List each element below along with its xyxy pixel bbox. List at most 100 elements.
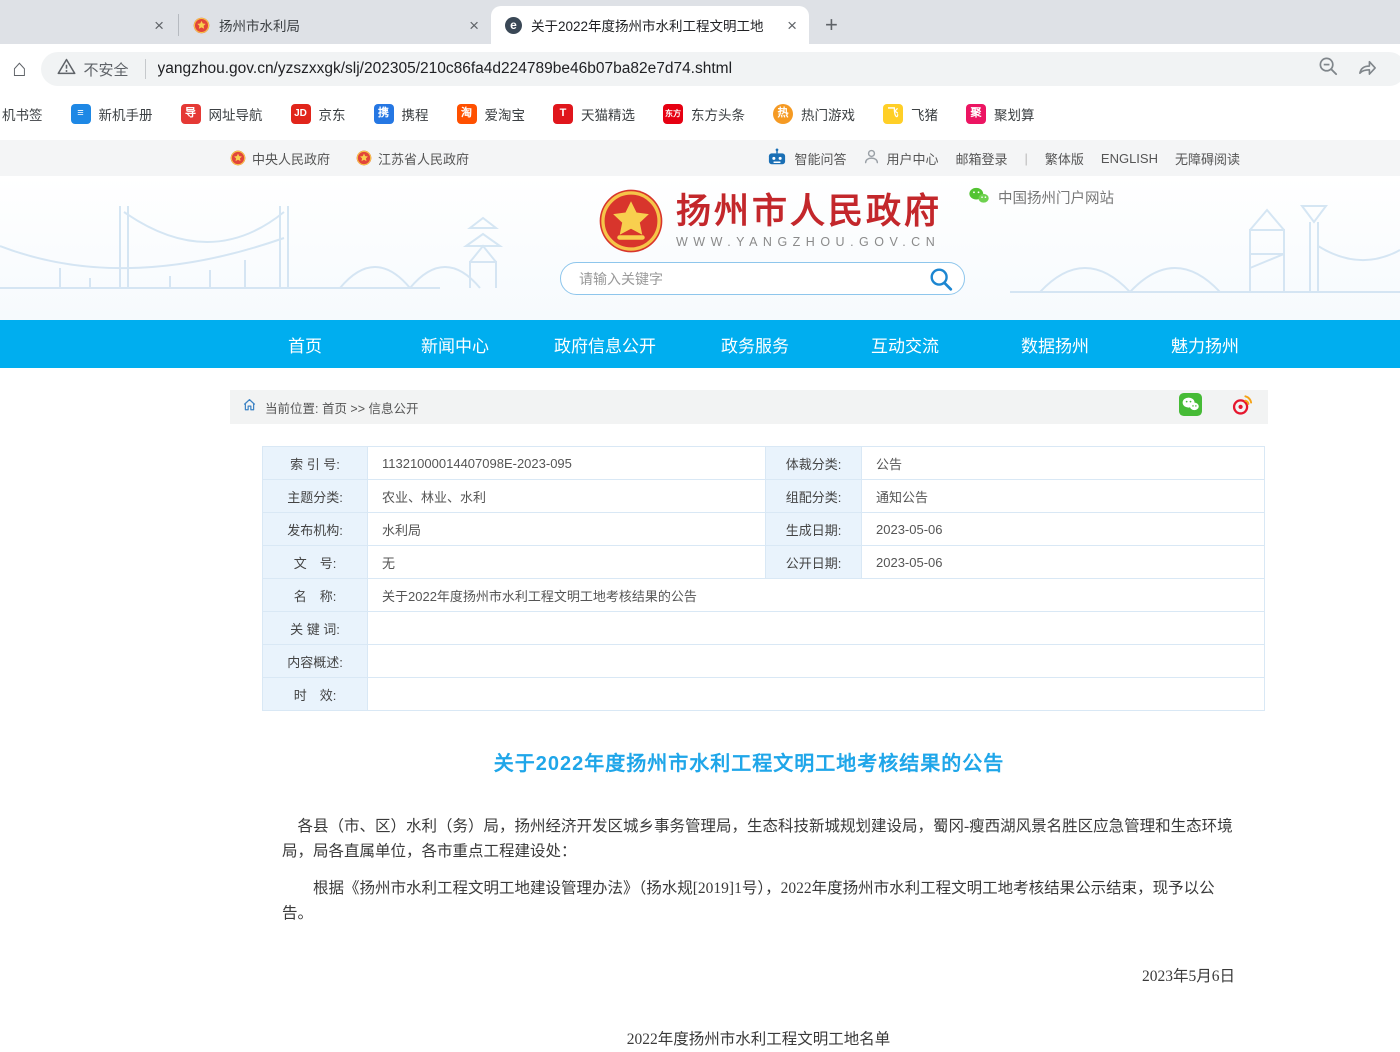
bookmark-item[interactable]: 淘爱淘宝	[443, 104, 540, 124]
meta-value: 关于2022年度扬州市水利工程文明工地考核结果的公告	[367, 579, 1264, 611]
nav-gov-info-disclosure[interactable]: 政府信息公开	[530, 320, 680, 368]
bookmark-item[interactable]: 热热门游戏	[759, 104, 869, 124]
zoom-out-icon[interactable]	[1318, 56, 1339, 82]
tab-partial[interactable]: ×	[0, 6, 178, 44]
omnibox[interactable]: 不安全 yangzhou.gov.cn/yzszxxgk/slj/202305/…	[41, 52, 1400, 86]
meta-label: 时 效:	[263, 678, 367, 710]
bookmark-item[interactable]: 东方东方头条	[649, 104, 759, 124]
new-tab-button[interactable]: +	[825, 14, 838, 36]
close-tab-icon[interactable]: ×	[467, 17, 481, 34]
bookmark-label: 携程	[402, 104, 429, 124]
link-central-government[interactable]: 中央人民政府	[230, 149, 330, 168]
meta-row: 内容概述:	[263, 644, 1264, 677]
smart-qa-link[interactable]: 智能问答	[766, 148, 846, 169]
portal-wechat-link[interactable]: 中国扬州门户网站	[968, 186, 1114, 209]
meta-row: 主题分类: 农业、林业、水利 组配分类: 通知公告	[263, 479, 1264, 512]
bookmark-item[interactable]: 携携程	[360, 104, 443, 124]
meta-value: 11321000014407098E-2023-095	[367, 447, 765, 479]
article-paragraph: 各县（市、区）水利（务）局，扬州经济开发区城乡事务管理局，生态科技新城规划建设局…	[282, 814, 1235, 864]
close-tab-icon[interactable]: ×	[785, 17, 799, 34]
site-logo[interactable]: 扬州市人民政府 WWW.YANGZHOU.GOV.CN	[598, 188, 942, 254]
meta-row: 名 称: 关于2022年度扬州市水利工程文明工地考核结果的公告	[263, 578, 1264, 611]
national-emblem-icon	[193, 17, 210, 34]
site-url-text: WWW.YANGZHOU.GOV.CN	[676, 235, 942, 249]
tab-title: 扬州市水利局	[219, 15, 458, 35]
meta-value: 通知公告	[861, 480, 1264, 512]
breadcrumb: 当前位置: 首页 >> 信息公开	[230, 390, 1268, 424]
meta-label: 文 号:	[263, 546, 367, 578]
bookmark-favicon-icon: ≡	[71, 104, 91, 124]
nav-gov-services[interactable]: 政务服务	[680, 320, 830, 368]
nav-home[interactable]: 首页	[230, 320, 380, 368]
meta-row: 发布机构: 水利局 生成日期: 2023-05-06	[263, 512, 1264, 545]
meta-label: 组配分类:	[765, 480, 861, 512]
meta-label: 主题分类:	[263, 480, 367, 512]
robot-icon	[766, 148, 788, 169]
close-tab-icon[interactable]: ×	[152, 17, 166, 34]
portal-link-label: 中国扬州门户网站	[998, 187, 1114, 208]
accessibility-link[interactable]: 无障碍阅读	[1175, 149, 1240, 168]
share-icon[interactable]	[1357, 56, 1378, 82]
bookmark-item[interactable]: 机书签	[0, 104, 57, 124]
link-label: 用户中心	[886, 149, 938, 168]
bookmark-favicon-icon: 导	[181, 104, 201, 124]
meta-row: 文 号: 无 公开日期: 2023-05-06	[263, 545, 1264, 578]
wechat-icon	[968, 186, 990, 209]
english-version-link[interactable]: ENGLISH	[1101, 151, 1158, 166]
search-input[interactable]	[577, 270, 928, 288]
link-jiangsu-government[interactable]: 江苏省人民政府	[356, 149, 469, 168]
nav-charm-yangzhou[interactable]: 魅力扬州	[1130, 320, 1280, 368]
bookmark-item[interactable]: ≡新机手册	[57, 104, 167, 124]
browser-tab-bar: × 扬州市水利局 × e 关于2022年度扬州市水利工程文明工地 × +	[0, 0, 1400, 44]
meta-label: 公开日期:	[765, 546, 861, 578]
share-weibo-icon[interactable]	[1231, 393, 1254, 421]
bookmark-label: 东方头条	[691, 104, 745, 124]
bookmarks-bar: 机书签 ≡新机手册 导网址导航 JD京东 携携程 淘爱淘宝 T天猫精选 东方东方…	[0, 94, 1400, 133]
nav-data-yangzhou[interactable]: 数据扬州	[980, 320, 1130, 368]
meta-row: 时 效:	[263, 677, 1264, 710]
meta-value	[367, 645, 1264, 677]
document-meta-table: 索 引 号: 11321000014407098E-2023-095 体裁分类:…	[262, 446, 1265, 711]
traditional-version-link[interactable]: 繁体版	[1045, 149, 1084, 168]
site-title: 扬州市人民政府	[676, 193, 942, 232]
bookmark-item[interactable]: 飞飞猪	[869, 104, 952, 124]
bookmark-item[interactable]: 聚聚划算	[952, 104, 1049, 124]
meta-label: 生成日期:	[765, 513, 861, 545]
search-icon[interactable]	[928, 266, 954, 292]
meta-value: 水利局	[367, 513, 765, 545]
utility-divider: |	[1025, 151, 1028, 166]
warning-icon[interactable]	[57, 57, 76, 81]
site-utility-bar: 中央人民政府 江苏省人民政府 智能问答 用户中心 邮箱登录 | 繁体版 ENGL…	[0, 140, 1400, 176]
bookmark-favicon-icon: JD	[291, 104, 311, 124]
link-label: 中央人民政府	[252, 149, 330, 168]
bookmark-item[interactable]: T天猫精选	[539, 104, 649, 124]
tab-active-announcement[interactable]: e 关于2022年度扬州市水利工程文明工地 ×	[491, 6, 809, 44]
tab-water-bureau[interactable]: 扬州市水利局 ×	[179, 6, 491, 44]
security-label: 不安全	[84, 59, 129, 80]
breadcrumb-text[interactable]: 当前位置: 首页 >> 信息公开	[265, 398, 419, 417]
bookmark-favicon-icon: 淘	[457, 104, 477, 124]
share-wechat-icon[interactable]	[1179, 393, 1202, 421]
site-favicon-icon: e	[505, 17, 522, 34]
home-icon[interactable]: ⌂	[12, 55, 27, 83]
meta-value: 公告	[861, 447, 1264, 479]
bookmark-item[interactable]: 导网址导航	[167, 104, 277, 124]
main-navigation: 首页 新闻中心 政府信息公开 政务服务 互动交流 数据扬州 魅力扬州	[0, 320, 1400, 368]
bookmark-favicon-icon: 聚	[966, 104, 986, 124]
url-text[interactable]: yangzhou.gov.cn/yzszxxgk/slj/202305/210c…	[158, 60, 1318, 78]
meta-label: 发布机构:	[263, 513, 367, 545]
nav-news-center[interactable]: 新闻中心	[380, 320, 530, 368]
nav-interaction[interactable]: 互动交流	[830, 320, 980, 368]
breadcrumb-home-icon[interactable]	[242, 397, 257, 417]
bookmark-label: 网址导航	[209, 104, 263, 124]
user-center-link[interactable]: 用户中心	[863, 148, 938, 168]
bookmark-item[interactable]: JD京东	[277, 104, 360, 124]
header-artwork-left	[0, 176, 560, 320]
mail-login-link[interactable]: 邮箱登录	[955, 149, 1007, 168]
article-list-title: 2022年度扬州市水利工程文明工地名单	[282, 1027, 1235, 1052]
meta-label: 关 键 词:	[263, 612, 367, 644]
bookmark-label: 飞猪	[911, 104, 938, 124]
bookmark-label: 爱淘宝	[485, 104, 526, 124]
article-date: 2023年5月6日	[282, 964, 1235, 989]
meta-value: 2023-05-06	[861, 513, 1264, 545]
